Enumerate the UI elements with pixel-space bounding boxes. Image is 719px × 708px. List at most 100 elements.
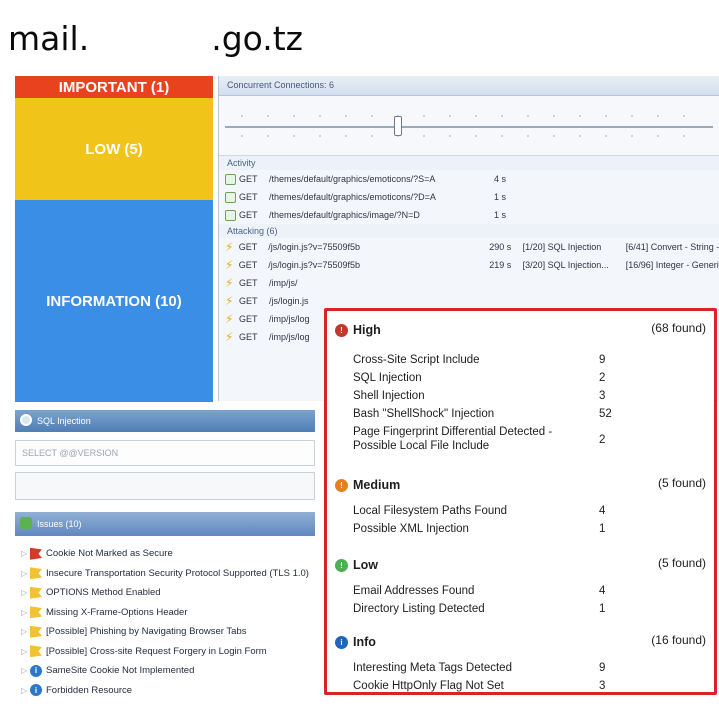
- red-flag-icon: [30, 547, 42, 560]
- attack-row[interactable]: ⚡ GET/imp/js/: [219, 274, 719, 292]
- title-suffix: .go.tz: [211, 18, 304, 58]
- finding-count: 9: [599, 662, 606, 674]
- finding-name: Shell Injection: [353, 390, 425, 402]
- gear-icon: [20, 414, 32, 426]
- group-low: ! Low (5 found) Email Addresses Found 4 Dir…: [335, 556, 710, 615]
- finding-name: SQL Injection: [353, 372, 422, 384]
- issue-label: Cookie Not Marked as Secure: [46, 548, 173, 560]
- lightning-icon: ⚡: [225, 257, 234, 272]
- expand-arrow-icon[interactable]: ▷: [21, 549, 30, 558]
- finding-row: Interesting Meta Tags Detected 9: [353, 661, 708, 675]
- path: /themes/default/graphics/image/?N=D: [269, 210, 420, 220]
- group-high-label: High: [353, 323, 381, 337]
- activity-row[interactable]: GET/themes/default/graphics/emoticons/?D…: [219, 188, 719, 206]
- duration: 290 s: [489, 242, 512, 252]
- path: /js/login.js?v=75509f5b: [268, 242, 361, 252]
- finding-count: 1: [599, 603, 606, 615]
- activity-row[interactable]: GET/themes/default/graphics/emoticons/?S…: [219, 170, 719, 188]
- finding-name: Possible XML Injection: [353, 523, 469, 535]
- finding-count: 4: [599, 585, 606, 597]
- slider-thumb[interactable]: [394, 116, 402, 136]
- expand-arrow-icon[interactable]: ▷: [21, 647, 30, 656]
- low-severity-icon: !: [335, 558, 348, 572]
- attacking-label: Attacking (6): [219, 224, 719, 238]
- group-high: ! High (68 found) Cross-Site Script Includ…: [335, 321, 710, 452]
- severity-low[interactable]: LOW (5): [15, 98, 213, 200]
- severity-important-label: IMPORTANT (1): [58, 78, 170, 96]
- connections-header: Concurrent Connections: 6: [219, 76, 719, 96]
- page-title: mail. .go.tz: [8, 8, 708, 68]
- expand-arrow-icon[interactable]: ▷: [21, 569, 30, 578]
- slider-track: [225, 126, 713, 128]
- finding-name: Cross-Site Script Include: [353, 354, 480, 366]
- method: GET: [239, 278, 258, 288]
- finding-count: 9: [599, 354, 606, 366]
- sql-injection-header[interactable]: SQL Injection: [15, 410, 315, 432]
- finding-name: Directory Listing Detected: [353, 603, 485, 615]
- expand-arrow-icon[interactable]: ▷: [21, 627, 30, 636]
- activity-row[interactable]: GET/themes/default/graphics/image/?N=D 1 …: [219, 206, 719, 224]
- info-severity-icon: i: [335, 635, 348, 649]
- finding-name: Email Addresses Found: [353, 585, 475, 597]
- issue-item[interactable]: ▷ [Possible] Phishing by Navigating Brows…: [15, 622, 315, 642]
- group-medium-header: ! Medium (5 found): [335, 476, 710, 494]
- method: GET: [239, 314, 258, 324]
- finding-row: Local Filesystem Paths Found 4: [353, 504, 708, 518]
- sql-injection-title: SQL Injection: [37, 416, 91, 426]
- shield-icon: [20, 517, 32, 529]
- path: /imp/js/: [269, 278, 298, 288]
- issue-label: Missing X-Frame-Options Header: [46, 606, 188, 618]
- yellow-flag-icon: [30, 645, 42, 658]
- issue-item[interactable]: ▷ i Forbidden Resource: [15, 681, 315, 701]
- medium-severity-icon: !: [335, 478, 348, 492]
- finding-name: Cookie HttpOnly Flag Not Set: [353, 680, 504, 692]
- path: /themes/default/graphics/emoticons/?S=A: [269, 174, 436, 184]
- finding-name: Bash "ShellShock" Injection: [353, 408, 495, 420]
- lightning-icon: ⚡: [225, 275, 234, 290]
- issue-item[interactable]: ▷ Missing X-Frame-Options Header: [15, 603, 315, 623]
- expand-arrow-icon[interactable]: ▷: [21, 608, 30, 617]
- duration: 1 s: [494, 192, 507, 202]
- issue-item[interactable]: ▷ i SameSite Cookie Not Implemented: [15, 661, 315, 681]
- duration: 1 s: [494, 210, 507, 220]
- attack-row[interactable]: ⚡ GET/js/login.js?v=75509f5b 219 s [3/20] S…: [219, 256, 719, 274]
- document-icon: [225, 173, 236, 185]
- activity-list: GET/themes/default/graphics/emoticons/?S…: [219, 170, 719, 224]
- severity-important[interactable]: IMPORTANT (1): [15, 76, 213, 98]
- expand-arrow-icon[interactable]: ▷: [21, 686, 30, 695]
- issues-title: Issues (10): [37, 519, 82, 529]
- issue-item[interactable]: ▷ [Possible] Cross-site Request Forgery i…: [15, 642, 315, 662]
- method: GET: [239, 174, 258, 184]
- finding-count: 1: [599, 523, 606, 535]
- attack-progress: [3/20] SQL Injection...: [522, 260, 609, 270]
- sql-result-box: [15, 472, 315, 500]
- attack-variant: [6/41] Convert - String - Lik...: [625, 242, 719, 252]
- issue-item[interactable]: ▷ OPTIONS Method Enabled: [15, 583, 315, 603]
- lightning-icon: ⚡: [225, 293, 234, 308]
- method: GET: [239, 296, 258, 306]
- finding-row: Possible XML Injection 1: [353, 522, 708, 536]
- issue-label: OPTIONS Method Enabled: [46, 587, 161, 599]
- path: /js/login.js: [269, 296, 309, 306]
- path: /themes/default/graphics/emoticons/?D=A: [269, 192, 436, 202]
- attack-row[interactable]: ⚡ GET/js/login.js?v=75509f5b 290 s [1/20] S…: [219, 238, 719, 256]
- expand-arrow-icon[interactable]: ▷: [21, 666, 30, 675]
- finding-name: Page Fingerprint Differential Detected -…: [353, 426, 553, 452]
- group-info-header: i Info (16 found): [335, 633, 710, 651]
- connections-slider[interactable]: [219, 96, 719, 156]
- group-low-label: Low: [353, 558, 378, 572]
- document-icon: [225, 191, 236, 203]
- finding-row: SQL Injection 2: [353, 371, 708, 385]
- group-info-label: Info: [353, 635, 376, 649]
- issue-item[interactable]: ▷ Cookie Not Marked as Secure: [15, 544, 315, 564]
- severity-information[interactable]: INFORMATION (10): [15, 200, 213, 402]
- group-high-found: (68 found): [651, 321, 706, 335]
- finding-row: Cookie HttpOnly Flag Not Set 3: [353, 679, 708, 692]
- issues-header[interactable]: Issues (10): [15, 512, 315, 536]
- document-icon: [225, 209, 236, 221]
- vulnerability-summary-popup: ! High (68 found) Cross-Site Script Includ…: [324, 308, 717, 695]
- sql-query-input[interactable]: SELECT @@VERSION: [15, 440, 315, 466]
- issue-item[interactable]: ▷ Insecure Transportation Security Protoc…: [15, 564, 315, 584]
- expand-arrow-icon[interactable]: ▷: [21, 588, 30, 597]
- finding-name: Local Filesystem Paths Found: [353, 505, 508, 517]
